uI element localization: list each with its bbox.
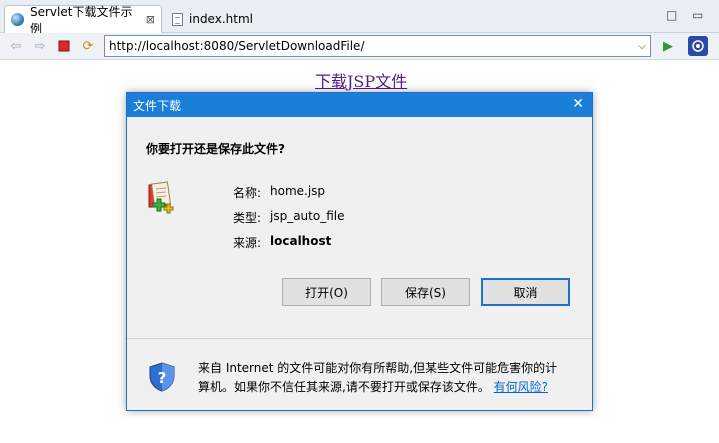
download-jsp-link[interactable]: 下载JSP文件 <box>315 68 407 92</box>
stop-icon[interactable] <box>56 38 72 54</box>
tab-index-html[interactable]: index.html <box>166 5 266 33</box>
field-label: 类型: <box>233 211 262 225</box>
tab-label: index.html <box>189 12 253 26</box>
file-name-value: home.jsp <box>270 184 326 198</box>
maximize-icon[interactable]: ▭ <box>692 8 703 22</box>
back-arrow-icon[interactable]: ⇦ <box>8 38 24 54</box>
dialog-title: 文件下载 <box>133 98 182 113</box>
security-shield-icon: ? <box>149 362 175 392</box>
warning-text-line1: 来自 Internet 的文件可能对你有所帮助,但某些文件可能危害你的计 <box>198 361 558 375</box>
dialog-question: 你要打开还是保存此文件? <box>146 142 285 156</box>
security-warning: 来自 Internet 的文件可能对你有所帮助,但某些文件可能危害你的计 算机。… <box>198 359 578 397</box>
file-name-row: 名称: home.jsp <box>233 184 325 201</box>
minimize-icon[interactable]: □ <box>666 8 677 22</box>
warning-text-line2: 算机。如果你不信任其来源,请不要打开或保存该文件。 有何风险? <box>198 380 549 394</box>
file-type-row: 类型: jsp_auto_file <box>233 209 344 226</box>
url-bar[interactable]: ⌵ <box>104 35 651 57</box>
tab-close-icon[interactable]: ⊠ <box>146 13 155 26</box>
url-dropdown-icon[interactable]: ⌵ <box>634 41 650 52</box>
file-source-value: localhost <box>270 234 332 248</box>
file-download-dialog: 文件下载 ✕ 你要打开还是保存此文件? 名称: home.jsp 类型: jsp… <box>126 92 593 411</box>
url-input[interactable] <box>105 36 634 56</box>
save-button[interactable]: 保存(S) <box>381 278 470 306</box>
forward-arrow-icon[interactable]: ⇨ <box>32 38 48 54</box>
html-file-icon <box>172 12 183 26</box>
risk-link[interactable]: 有何风险? <box>494 380 548 394</box>
editor-tab-bar: Servlet下载文件示例 ⊠ index.html □ ▭ <box>0 0 719 36</box>
go-icon[interactable]: ▶ <box>660 38 676 54</box>
divider <box>127 338 592 339</box>
field-label: 名称: <box>233 186 262 200</box>
jsp-file-icon <box>148 181 174 214</box>
globe-icon <box>11 13 24 26</box>
file-source-row: 来源: localhost <box>233 234 331 251</box>
tab-servlet-download[interactable]: Servlet下载文件示例 ⊠ <box>4 5 162 36</box>
file-type-value: jsp_auto_file <box>270 209 345 223</box>
refresh-icon[interactable]: ⟳ <box>80 38 96 54</box>
tab-label: Servlet下载文件示例 <box>30 4 133 36</box>
open-button[interactable]: 打开(O) <box>282 278 371 306</box>
browser-settings-icon[interactable] <box>688 36 708 56</box>
close-icon[interactable]: ✕ <box>572 96 584 112</box>
field-label: 来源: <box>233 236 262 250</box>
svg-text:?: ? <box>158 369 167 387</box>
cancel-button[interactable]: 取消 <box>481 278 570 306</box>
dialog-title-bar: 文件下载 <box>127 93 592 117</box>
browser-toolbar: ⇦ ⇨ ⟳ ⌵ ▶ <box>0 33 719 60</box>
